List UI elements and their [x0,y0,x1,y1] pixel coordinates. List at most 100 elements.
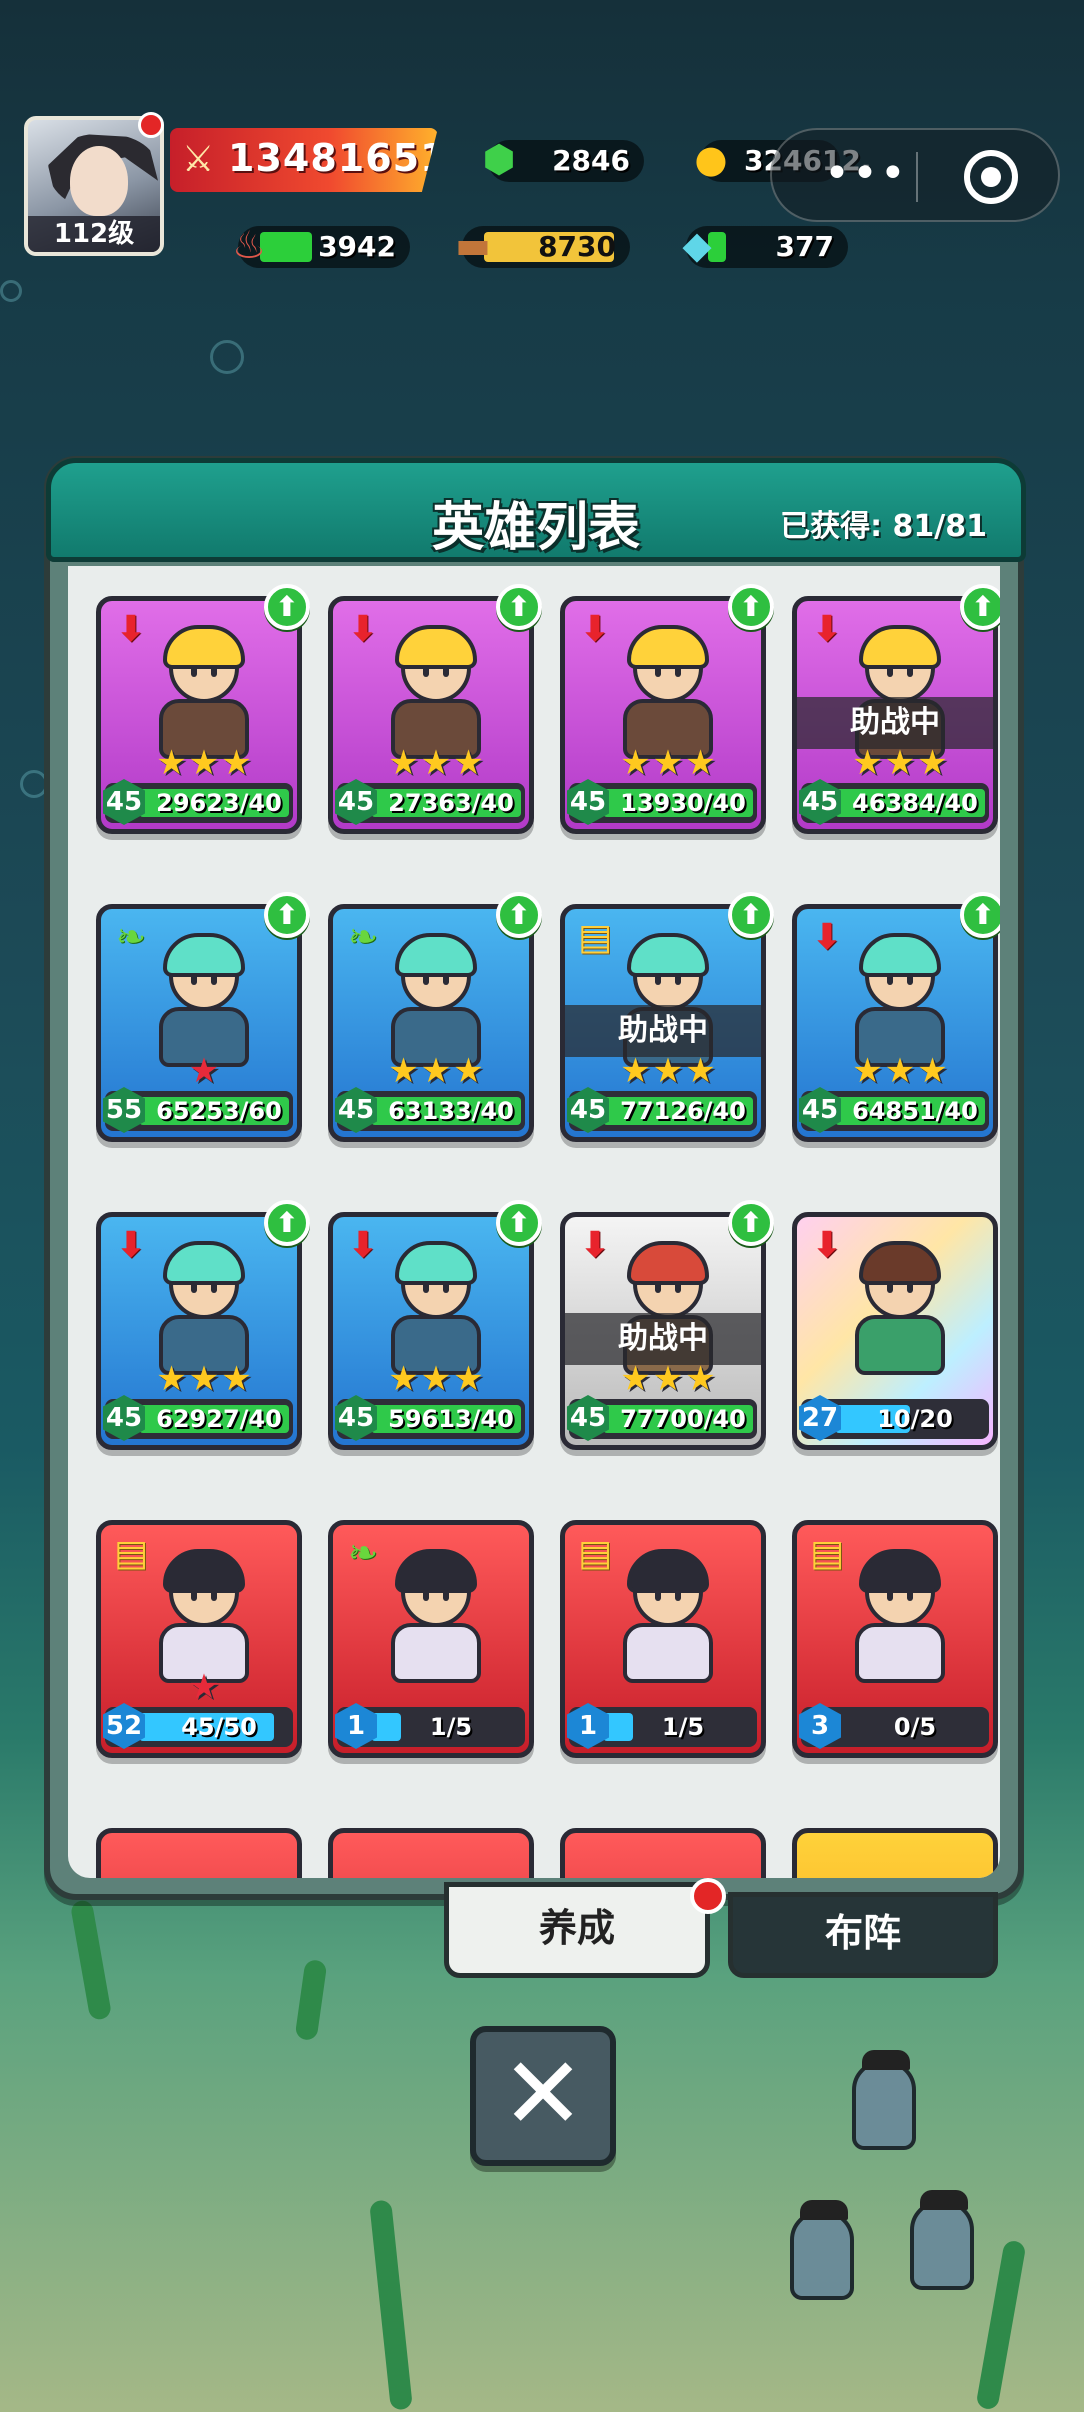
hero-eye [443,1281,449,1293]
tab-formation[interactable]: 布阵 [728,1892,998,1978]
hero-hair [163,625,245,669]
close-target-icon[interactable] [964,150,1018,204]
hero-stars: ★★★ [620,743,718,783]
hero-eye [443,665,449,677]
hero-level: 45 [335,1395,377,1441]
wood-icon: ▬ [455,223,491,267]
hero-card[interactable] [328,1828,534,1878]
crystal-value: 377 [775,230,834,263]
hero-fragment-count: 1/5 [429,1713,473,1741]
capsule-divider [916,152,918,202]
hero-portrait [835,933,965,1067]
hero-card[interactable]: ⬇ 27 10/20 [792,1212,998,1450]
hero-eye [887,665,893,677]
upgrade-arrow-icon: ⬆ [264,1200,310,1246]
hero-card[interactable]: ⬇ ★★★ 45 13930/40 [560,596,766,834]
hero-card[interactable]: ⬇ ★★★ 45 64851/40 [792,904,998,1142]
hero-level: 45 [799,779,841,825]
hero-portrait [835,1549,965,1683]
gem-value: 2846 [552,144,630,177]
hero-card[interactable]: ❧ ★★★ 45 63133/40 [328,904,534,1142]
meat-value: 3942 [318,230,396,263]
hero-eye [655,973,661,985]
hero-progress-bar: 55 65253/60 [103,1087,293,1133]
assist-label: 助战中 [565,1005,761,1057]
hero-hair [627,933,709,977]
hero-eye [907,1589,913,1601]
combat-power-value: 13481651 [228,136,448,180]
hero-level: 45 [335,779,377,825]
hero-card[interactable]: ▤ ★★★ 助战中 45 77126/40 [560,904,766,1142]
meat-counter[interactable]: ♨ 3942 [232,223,410,268]
hero-stars: ★★★ [852,1051,950,1091]
hero-fragment-count: 10/20 [877,1405,953,1433]
player-avatar[interactable]: 112级 [24,116,164,256]
hero-card[interactable]: ▤ ★ 52 45/50 [96,1520,302,1758]
hero-level: 45 [799,1087,841,1133]
hero-card[interactable] [792,1828,998,1878]
hero-fragment-count: 13930/40 [620,789,746,817]
train-notification-dot [690,1878,726,1914]
hero-eye [675,1281,681,1293]
meat-icon: ♨ [231,223,267,267]
hero-fragment-count: 77700/40 [620,1405,746,1433]
hero-progress-bar: 1 1/5 [335,1703,525,1749]
hero-eye [907,973,913,985]
crystal-counter[interactable]: ◆ 377 [682,223,848,268]
tab-train[interactable]: 养成 [444,1882,710,1978]
hero-portrait [603,1549,733,1683]
hero-level: 1 [335,1703,377,1749]
mini-program-capsule: ••• [770,128,1060,222]
hero-hair [859,1241,941,1285]
seaweed-decor [369,2199,413,2411]
hero-card[interactable]: ⬇ ★★★ 45 29623/40 [96,596,302,834]
hero-stars: ★★★ [156,1359,254,1399]
hero-card[interactable]: ❧ ★ 55 65253/60 [96,904,302,1142]
hero-card[interactable]: ▤ 1 1/5 [560,1520,766,1758]
hero-hair [395,1241,477,1285]
hero-card[interactable]: ⬇ ★★★ 助战中 45 77700/40 [560,1212,766,1450]
crystal-icon: ◆ [682,223,712,267]
hero-progress-bar: 1 1/5 [567,1703,757,1749]
hero-stars: ★★★ [388,1051,486,1091]
close-button[interactable]: ✕ [470,2026,616,2166]
hero-hair [859,625,941,669]
upgrade-arrow-icon: ⬆ [496,1200,542,1246]
hero-eye [423,665,429,677]
obtained-count: 已获得: 81/81 [780,509,987,544]
hero-card[interactable]: ⬇ ★★★ 助战中 45 46384/40 [792,596,998,834]
hero-stars: ★★★ [620,1359,718,1399]
avatar-face [70,146,128,216]
hero-level: 45 [335,1087,377,1133]
hero-card[interactable] [560,1828,766,1878]
hero-card[interactable] [96,1828,302,1878]
hero-progress-bar: 52 45/50 [103,1703,293,1749]
hero-stars: ★★★ [156,743,254,783]
hero-eye [423,973,429,985]
hero-fragment-count: 63133/40 [388,1097,514,1125]
hero-stars: ★★★ [620,1051,718,1091]
upgrade-arrow-icon: ⬆ [496,584,542,630]
hero-level: 1 [567,1703,609,1749]
seaweed-decor [294,1958,328,2042]
hero-card[interactable]: ▤ 3 0/5 [792,1520,998,1758]
hero-progress-bar: 45 13930/40 [567,779,757,825]
hero-portrait [371,933,501,1067]
hero-list-panel: 英雄列表 已获得: 81/81 ⬇ ★★★ 45 29623/40 ⬆ ⬇ ★★★ 45 273… [44,456,1026,1900]
hero-stars: ★★★ [388,743,486,783]
gem-counter[interactable]: ⬢ 2846 [482,137,644,182]
upgrade-arrow-icon: ⬆ [728,892,774,938]
hero-eye [443,1589,449,1601]
hero-card[interactable]: ⬇ ★★★ 45 27363/40 [328,596,534,834]
hero-card[interactable]: ⬇ ★★★ 45 59613/40 [328,1212,534,1450]
hero-fragment-count: 1/5 [661,1713,705,1741]
upgrade-arrow-icon: ⬆ [496,892,542,938]
more-options-icon[interactable]: ••• [824,148,908,200]
hero-progress-bar: 27 10/20 [799,1395,989,1441]
bubble-decor [210,340,244,374]
hero-hair [395,933,477,977]
hero-card[interactable]: ⬇ ★★★ 45 62927/40 [96,1212,302,1450]
seaweed-decor [69,1899,113,2021]
wood-counter[interactable]: ▬ 8730 [455,223,630,268]
hero-card[interactable]: ❧ 1 1/5 [328,1520,534,1758]
